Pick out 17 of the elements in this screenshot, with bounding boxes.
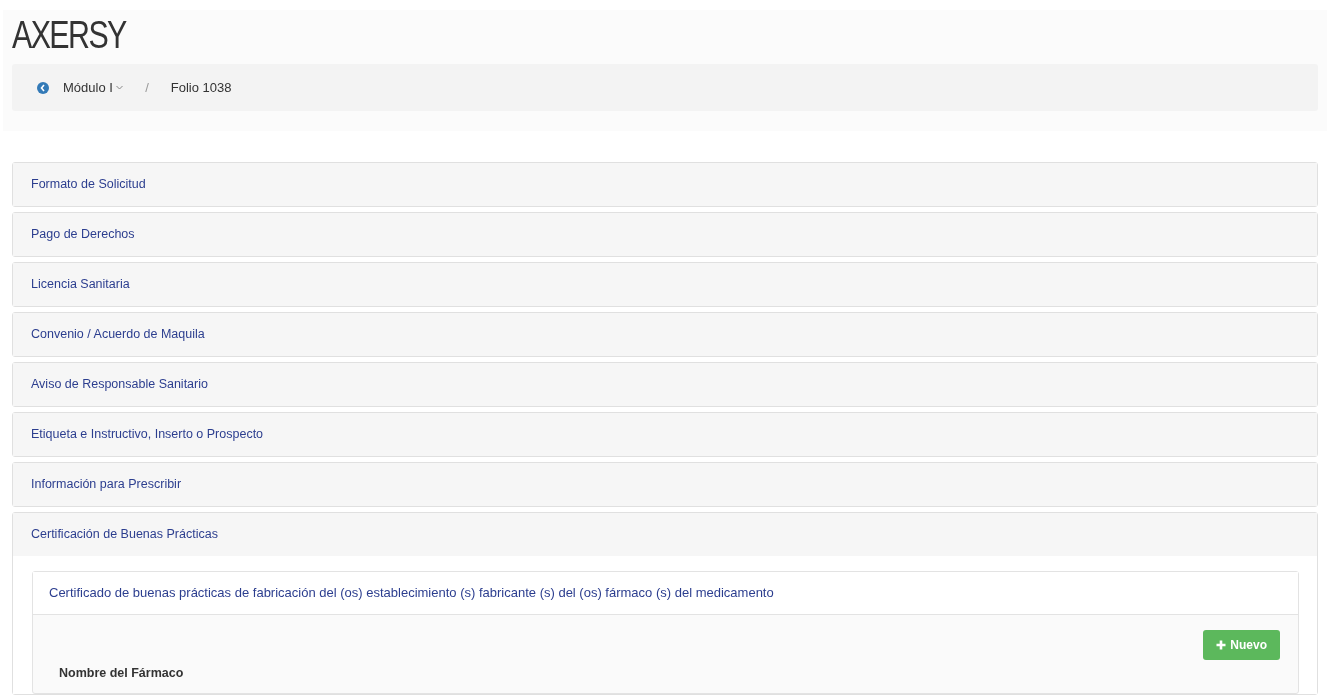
breadcrumb-separator: / [145,78,149,97]
breadcrumb-item: Folio 1038 [170,78,232,97]
accordion-header[interactable]: Etiqueta e Instructivo, Inserto o Prospecto [13,413,1317,456]
accordion-header[interactable]: Formato de Solicitud [13,163,1317,206]
accordion-header[interactable]: Información para Prescribir [13,463,1317,506]
breadcrumb-dropdown[interactable]: Módulo I [63,77,124,98]
subpanel-title: Certificado de buenas prácticas de fabricación del (os) establecimiento (s) fabricante (s) del (os) fármaco (s) del medicamento [33,572,1298,615]
column-header: Nombre del Fármaco [58,665,185,682]
accordion-header[interactable]: Aviso de Responsable Sanitario [13,363,1317,406]
plus-icon [1216,640,1227,650]
accordion-header[interactable]: Convenio / Acuerdo de Maquila [13,313,1317,356]
accordion-header[interactable]: Certificación de Buenas Prácticas [13,513,1317,556]
caret-icon [116,85,124,90]
accordion-header[interactable]: Pago de Derechos [13,213,1317,256]
back-icon[interactable] [37,81,49,94]
accordion-header[interactable]: Licencia Sanitaria [13,263,1317,306]
brand-logo[interactable]: AXERSY [12,16,126,54]
